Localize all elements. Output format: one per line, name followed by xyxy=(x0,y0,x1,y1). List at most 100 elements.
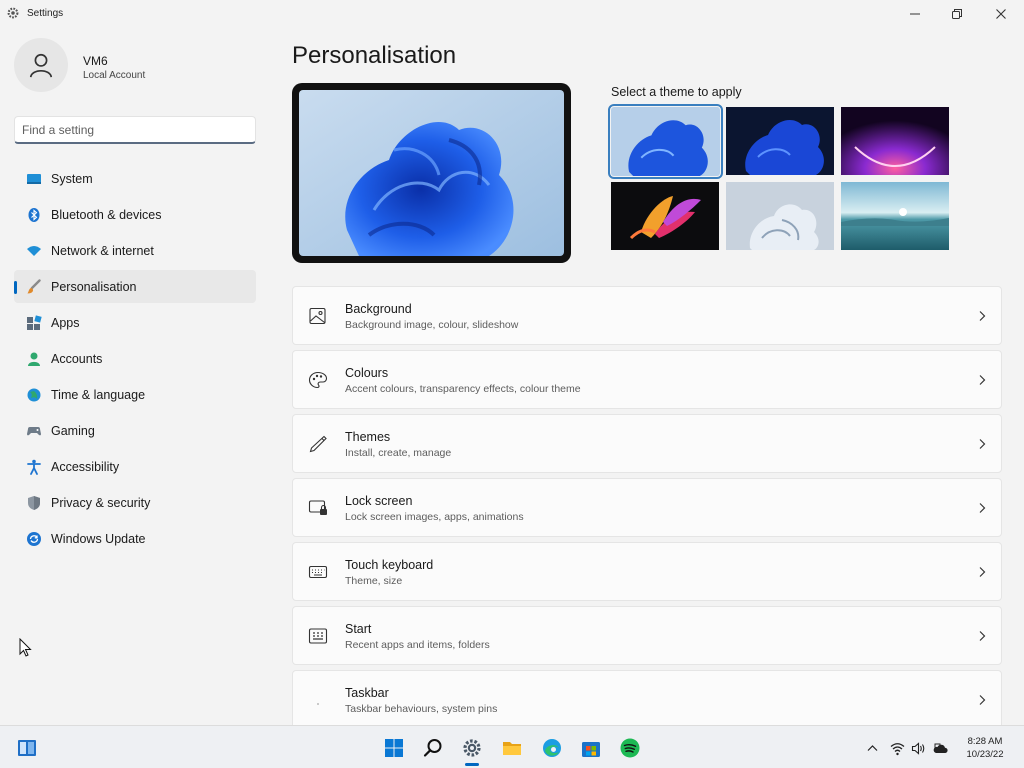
onedrive-tray-button[interactable] xyxy=(933,739,948,757)
gamepad-icon xyxy=(26,423,42,439)
cloud-icon xyxy=(933,743,948,753)
wallpaper-preview-image xyxy=(299,90,564,256)
sidebar-item-apps[interactable]: Apps xyxy=(14,306,256,339)
network-tray-button[interactable] xyxy=(890,739,905,757)
pen-icon xyxy=(308,435,328,453)
sidebar-item-bluetooth[interactable]: Bluetooth & devices xyxy=(14,198,256,231)
search-box[interactable] xyxy=(14,116,256,144)
settings-list: Background Background image, colour, sli… xyxy=(292,286,1002,725)
user-profile[interactable]: VM6 Local Account xyxy=(14,38,254,94)
sidebar-item-accessibility[interactable]: Accessibility xyxy=(14,450,256,483)
theme-thumbnail[interactable] xyxy=(841,182,949,250)
window-title: Settings xyxy=(27,8,64,19)
start-icon xyxy=(385,739,403,757)
volume-tray-button[interactable] xyxy=(911,739,926,757)
sidebar-item-network[interactable]: Network & internet xyxy=(14,234,256,267)
taskbar-card[interactable]: Taskbar Taskbar behaviours, system pins xyxy=(292,670,1002,725)
mouse-cursor-icon xyxy=(19,638,32,657)
card-subtitle: Lock screen images, apps, animations xyxy=(345,511,524,523)
clock-date: 10/23/22 xyxy=(966,749,1004,760)
card-subtitle: Background image, colour, slideshow xyxy=(345,319,519,331)
spotify-button[interactable] xyxy=(616,734,644,762)
theme-thumbnail[interactable] xyxy=(726,182,834,250)
sidebar-item-system[interactable]: System xyxy=(14,162,256,195)
theme-thumbnail[interactable] xyxy=(611,182,719,250)
card-subtitle: Install, create, manage xyxy=(345,447,452,459)
wifi-icon xyxy=(26,243,42,259)
edge-button[interactable] xyxy=(538,734,566,762)
lock-screen-card[interactable]: Lock screen Lock screen images, apps, an… xyxy=(292,478,1002,537)
sidebar-item-label: Gaming xyxy=(51,423,95,438)
sidebar-item-label: Accessibility xyxy=(51,459,120,474)
card-title: Start xyxy=(345,622,372,636)
store-icon xyxy=(582,742,600,757)
settings-icon xyxy=(463,739,481,757)
card-subtitle: Theme, size xyxy=(345,575,403,587)
page-title: Personalisation xyxy=(292,42,457,69)
sidebar-item-windows-update[interactable]: Windows Update xyxy=(14,522,256,555)
search-input[interactable] xyxy=(15,117,255,142)
file-explorer-button[interactable] xyxy=(498,734,526,762)
taskbar: 8:28 AM 10/23/22 xyxy=(0,725,1024,768)
search-button[interactable] xyxy=(419,734,447,762)
card-subtitle: Recent apps and items, folders xyxy=(345,639,490,651)
widgets-button[interactable] xyxy=(13,734,41,762)
palette-icon xyxy=(308,371,328,389)
card-title: Themes xyxy=(345,430,391,444)
store-button[interactable] xyxy=(577,734,605,762)
search-icon xyxy=(423,739,442,757)
sidebar-item-label: Privacy & security xyxy=(51,495,151,510)
start-icon xyxy=(308,627,328,645)
user-name: VM6 xyxy=(83,54,108,68)
theme-thumbnail[interactable] xyxy=(841,107,949,175)
chevron-up-icon xyxy=(867,744,878,751)
minimize-button[interactable] xyxy=(893,0,937,28)
card-title: Lock screen xyxy=(345,494,413,508)
sidebar-item-accounts[interactable]: Accounts xyxy=(14,342,256,375)
volume-icon xyxy=(911,741,925,755)
shield-icon xyxy=(26,495,42,511)
minimize-icon xyxy=(910,13,920,15)
theme-thumbnail[interactable] xyxy=(726,107,834,175)
edge-icon xyxy=(543,739,561,757)
clock[interactable]: 8:28 AM 10/23/22 xyxy=(952,735,1018,761)
restore-icon xyxy=(952,9,962,19)
card-subtitle: Accent colours, transparency effects, co… xyxy=(345,383,581,395)
avatar[interactable] xyxy=(14,38,68,92)
sidebar-item-label: Personalisation xyxy=(51,279,137,294)
card-title: Colours xyxy=(345,366,389,380)
card-title: Taskbar xyxy=(345,686,389,700)
background-card[interactable]: Background Background image, colour, sli… xyxy=(292,286,1002,345)
card-title: Background xyxy=(345,302,412,316)
title-bar: Settings xyxy=(0,0,1024,28)
touch-keyboard-card[interactable]: Touch keyboard Theme, size xyxy=(292,542,1002,601)
sidebar-item-personalisation[interactable]: Personalisation xyxy=(14,270,256,303)
account-type: Local Account xyxy=(83,70,146,81)
settings-taskbar-button[interactable] xyxy=(458,734,486,766)
close-icon xyxy=(996,9,1006,19)
card-title: Touch keyboard xyxy=(345,558,434,572)
system-icon xyxy=(26,171,42,187)
accessibility-icon xyxy=(26,459,42,475)
desktop-preview xyxy=(292,83,571,263)
widgets-icon xyxy=(18,740,36,756)
sidebar-item-label: Time & language xyxy=(51,387,146,402)
taskbar-icon xyxy=(308,691,328,709)
card-subtitle: Taskbar behaviours, system pins xyxy=(345,703,498,715)
sidebar-item-privacy-security[interactable]: Privacy & security xyxy=(14,486,256,519)
restore-button[interactable] xyxy=(935,0,979,28)
themes-card[interactable]: Themes Install, create, manage xyxy=(292,414,1002,473)
colours-card[interactable]: Colours Accent colours, transparency eff… xyxy=(292,350,1002,409)
chevron-right-icon xyxy=(979,375,986,385)
sidebar-nav: System Bluetooth & devices Network & int… xyxy=(14,162,256,558)
start-button[interactable] xyxy=(380,734,408,762)
bluetooth-icon xyxy=(26,207,42,223)
close-button[interactable] xyxy=(979,0,1023,28)
show-hidden-icons-button[interactable] xyxy=(865,739,880,757)
sidebar-item-label: System xyxy=(51,171,93,186)
sidebar-item-gaming[interactable]: Gaming xyxy=(14,414,256,447)
start-card[interactable]: Start Recent apps and items, folders xyxy=(292,606,1002,665)
sidebar-item-time-language[interactable]: Time & language xyxy=(14,378,256,411)
globe-icon xyxy=(26,387,42,403)
theme-thumbnail[interactable] xyxy=(608,104,723,179)
